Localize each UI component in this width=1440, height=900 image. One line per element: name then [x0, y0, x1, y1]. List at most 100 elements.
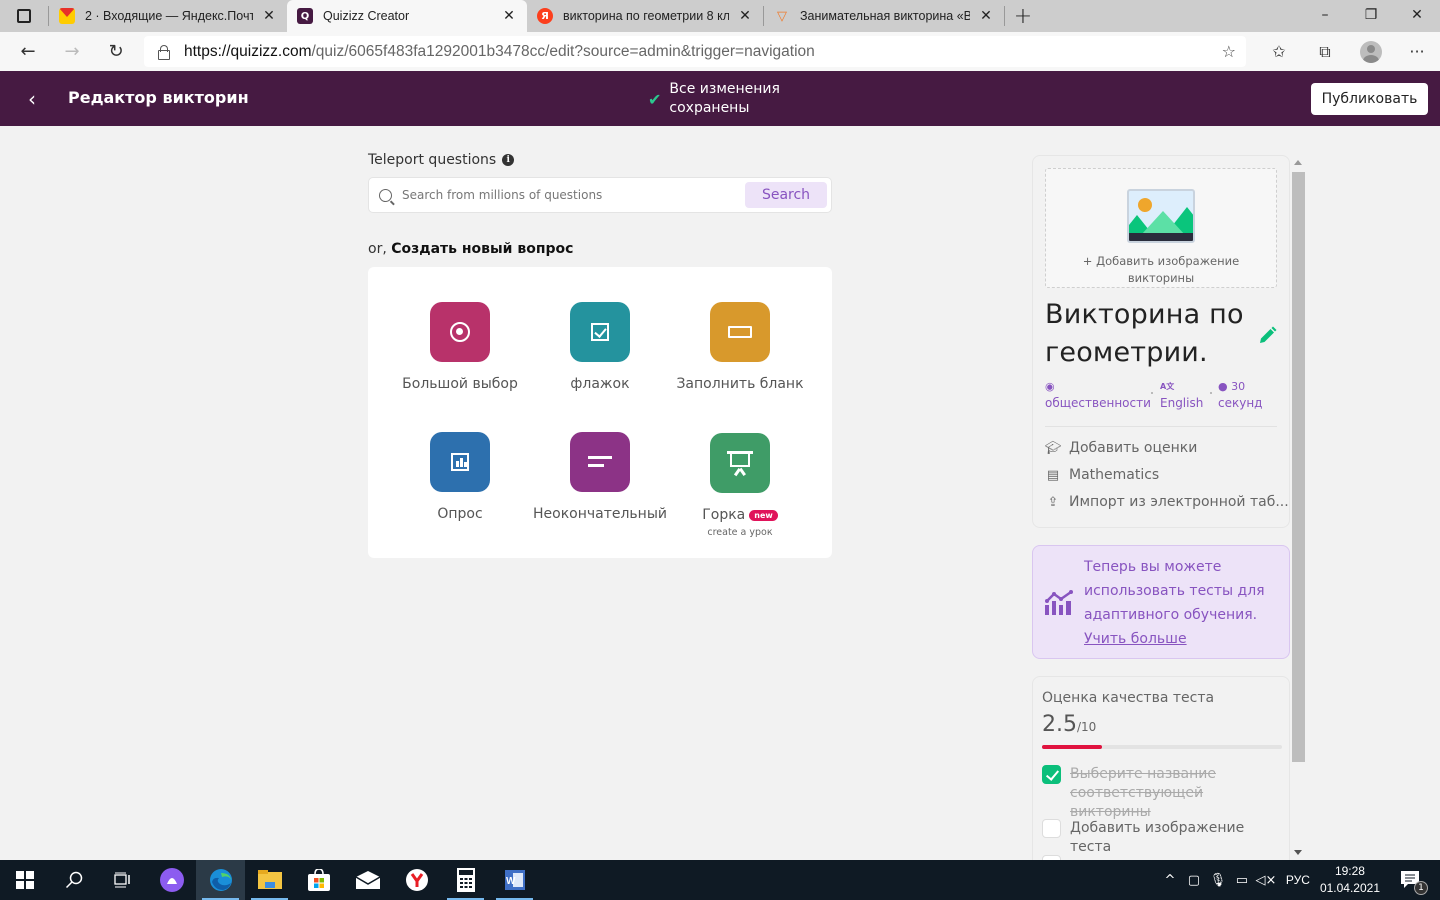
volume-muted-icon[interactable]: ◁×: [1254, 873, 1278, 888]
store-icon: [307, 869, 330, 891]
question-type-slide[interactable]: Горка new create a урок: [670, 433, 810, 538]
close-tab-icon[interactable]: ✕: [737, 8, 753, 24]
save-status: ✔ Все изменения сохранены: [648, 80, 799, 118]
edge-browser-icon: [209, 869, 232, 891]
back-arrow-icon[interactable]: ‹: [28, 87, 36, 111]
search-button[interactable]: Search: [745, 182, 827, 208]
restore-button[interactable]: ❐: [1348, 0, 1394, 30]
start-button[interactable]: [0, 860, 49, 900]
app-header: ‹ Редактор викторин ✔ Все изменения сохр…: [0, 71, 1440, 126]
question-type-open-ended[interactable]: Неокончательный: [530, 432, 670, 522]
sidebar-scrollbar[interactable]: [1292, 156, 1305, 858]
taskbar-file-explorer[interactable]: [245, 860, 294, 900]
language-setting[interactable]: A文 English: [1160, 378, 1203, 412]
notification-center-button[interactable]: 1: [1398, 865, 1428, 895]
system-clock[interactable]: 19:28 01.04.2021: [1320, 863, 1380, 897]
import-label: Импорт из электронной таб...: [1069, 494, 1289, 510]
profile-avatar[interactable]: [1360, 40, 1382, 63]
network-icon[interactable]: ▭: [1230, 873, 1254, 888]
info-icon[interactable]: i: [502, 154, 515, 166]
svg-text:W: W: [506, 876, 516, 887]
visibility-setting[interactable]: ◉ общественности: [1045, 378, 1151, 412]
question-type-multiple-choice[interactable]: Большой выбор: [390, 302, 530, 392]
publish-button[interactable]: Публиковать: [1311, 83, 1428, 115]
question-types-card: Большой выбор флажок Заполнить бланк Опр…: [368, 267, 832, 558]
taskbar-edge[interactable]: [196, 860, 245, 900]
scroll-up-arrow[interactable]: [1294, 160, 1302, 165]
teleport-search: Search: [368, 177, 832, 213]
quality-checklist-item[interactable]: Выберите название соответствующей виктор…: [1042, 765, 1275, 822]
tab-title: 2 · Входящие — Яндекс.Почта: [85, 9, 253, 23]
quizizz-icon: Q: [297, 8, 313, 24]
task-view-button[interactable]: [98, 860, 147, 900]
question-type-poll[interactable]: Опрос: [390, 432, 530, 522]
forward-button[interactable]: →: [50, 36, 94, 68]
add-quiz-image-dropzone[interactable]: + Добавить изображение викторины: [1045, 168, 1277, 288]
add-grades-link[interactable]: 🎓︎ Добавить оценки: [1045, 440, 1198, 456]
subject-link[interactable]: ▤ Mathematics: [1045, 467, 1159, 483]
task-view-icon: [113, 872, 130, 888]
lock-icon[interactable]: [158, 44, 170, 60]
close-tab-icon[interactable]: ✕: [978, 8, 994, 24]
microphone-icon[interactable]: 🎙︎: [1206, 873, 1230, 888]
tray-overflow-icon[interactable]: ^: [1158, 873, 1182, 888]
scrollbar-thumb[interactable]: [1292, 172, 1305, 762]
subject-label: Mathematics: [1069, 467, 1160, 483]
upload-icon: ⇪: [1047, 494, 1059, 510]
minimize-button[interactable]: –: [1302, 0, 1348, 30]
yandex-browser-icon: [405, 869, 428, 891]
slide-sublabel: create a урок: [707, 527, 773, 538]
browser-tab-yandex-search[interactable]: Я викторина по геометрии 8 клас ✕: [527, 0, 763, 32]
clock-icon: ●: [1218, 380, 1228, 393]
scroll-down-arrow[interactable]: [1294, 850, 1302, 855]
browser-tab-quiz-article[interactable]: ▽ Занимательная викторина «Вес ✕: [764, 0, 1004, 32]
learn-more-link[interactable]: Учить больше: [1084, 631, 1187, 647]
favorites-icon[interactable]: ✩: [1256, 42, 1302, 61]
taskbar-yandex-browser[interactable]: [392, 860, 441, 900]
close-tab-icon[interactable]: ✕: [501, 8, 517, 24]
url-text[interactable]: https://quizizz.com/quiz/6065f483fa12920…: [184, 43, 815, 61]
taskbar-store[interactable]: [294, 860, 343, 900]
collections-icon[interactable]: ⧉: [1302, 42, 1348, 62]
slide-icon: [710, 433, 770, 493]
time-setting[interactable]: ● 30 секунд: [1218, 378, 1262, 412]
input-language[interactable]: РУС: [1286, 873, 1310, 887]
browser-toolbar: ← → ↻ https://quizizz.com/quiz/6065f483f…: [0, 32, 1440, 71]
browser-tab-yandex-mail[interactable]: 2 · Входящие — Яндекс.Почта ✕: [49, 0, 287, 32]
back-button[interactable]: ←: [6, 36, 50, 68]
address-bar[interactable]: https://quizizz.com/quiz/6065f483fa12920…: [144, 36, 1246, 67]
taskbar-alice[interactable]: [147, 860, 196, 900]
edit-pencil-icon[interactable]: [1257, 326, 1277, 346]
taskbar-word[interactable]: W: [490, 860, 539, 900]
quality-checklist-item[interactable]: Добавить изображение теста: [1042, 819, 1275, 857]
browser-tab-quizizz[interactable]: Q Quizizz Creator ✕: [287, 0, 527, 32]
search-input[interactable]: [402, 188, 732, 202]
teleport-label: Teleport questions i: [368, 152, 515, 168]
time-value: 30: [1231, 380, 1246, 393]
taskbar-calculator[interactable]: [441, 860, 490, 900]
reload-button[interactable]: ↻: [94, 36, 138, 68]
new-tab-button[interactable]: +: [1005, 0, 1041, 32]
browser-tab-strip: 2 · Входящие — Яндекс.Почта ✕ Q Quizizz …: [0, 0, 1440, 32]
quiz-settings-card: + Добавить изображение викторины Виктори…: [1032, 155, 1290, 528]
close-window-button[interactable]: ✕: [1394, 0, 1440, 30]
webcam-icon[interactable]: ▢: [1182, 873, 1206, 888]
more-menu-icon[interactable]: ···: [1394, 42, 1440, 61]
checkbox-checked[interactable]: [1042, 765, 1061, 784]
create-question-label: Создать новый вопрос: [391, 241, 574, 257]
question-type-checkbox[interactable]: флажок: [530, 302, 670, 392]
image-placeholder-icon: [1127, 189, 1195, 243]
taskbar-mail[interactable]: [343, 860, 392, 900]
add-favorite-icon[interactable]: ☆: [1222, 42, 1236, 61]
tab-actions-button[interactable]: [0, 0, 48, 32]
checkbox-unchecked[interactable]: [1042, 819, 1061, 838]
adaptive-learning-promo: Теперь вы можете использовать тесты для …: [1032, 545, 1290, 659]
tab-actions-icon: [17, 9, 31, 23]
taskbar-search-button[interactable]: [49, 860, 98, 900]
url-host: https://quizizz.com: [184, 42, 312, 60]
checkbox-icon: [570, 302, 630, 362]
close-tab-icon[interactable]: ✕: [261, 8, 277, 24]
import-spreadsheet-link[interactable]: ⇪ Импорт из электронной таб...: [1045, 494, 1289, 510]
checklist-label: Выберите название соответствующей виктор…: [1070, 766, 1216, 820]
question-type-fill-blank[interactable]: Заполнить бланк: [670, 302, 810, 392]
